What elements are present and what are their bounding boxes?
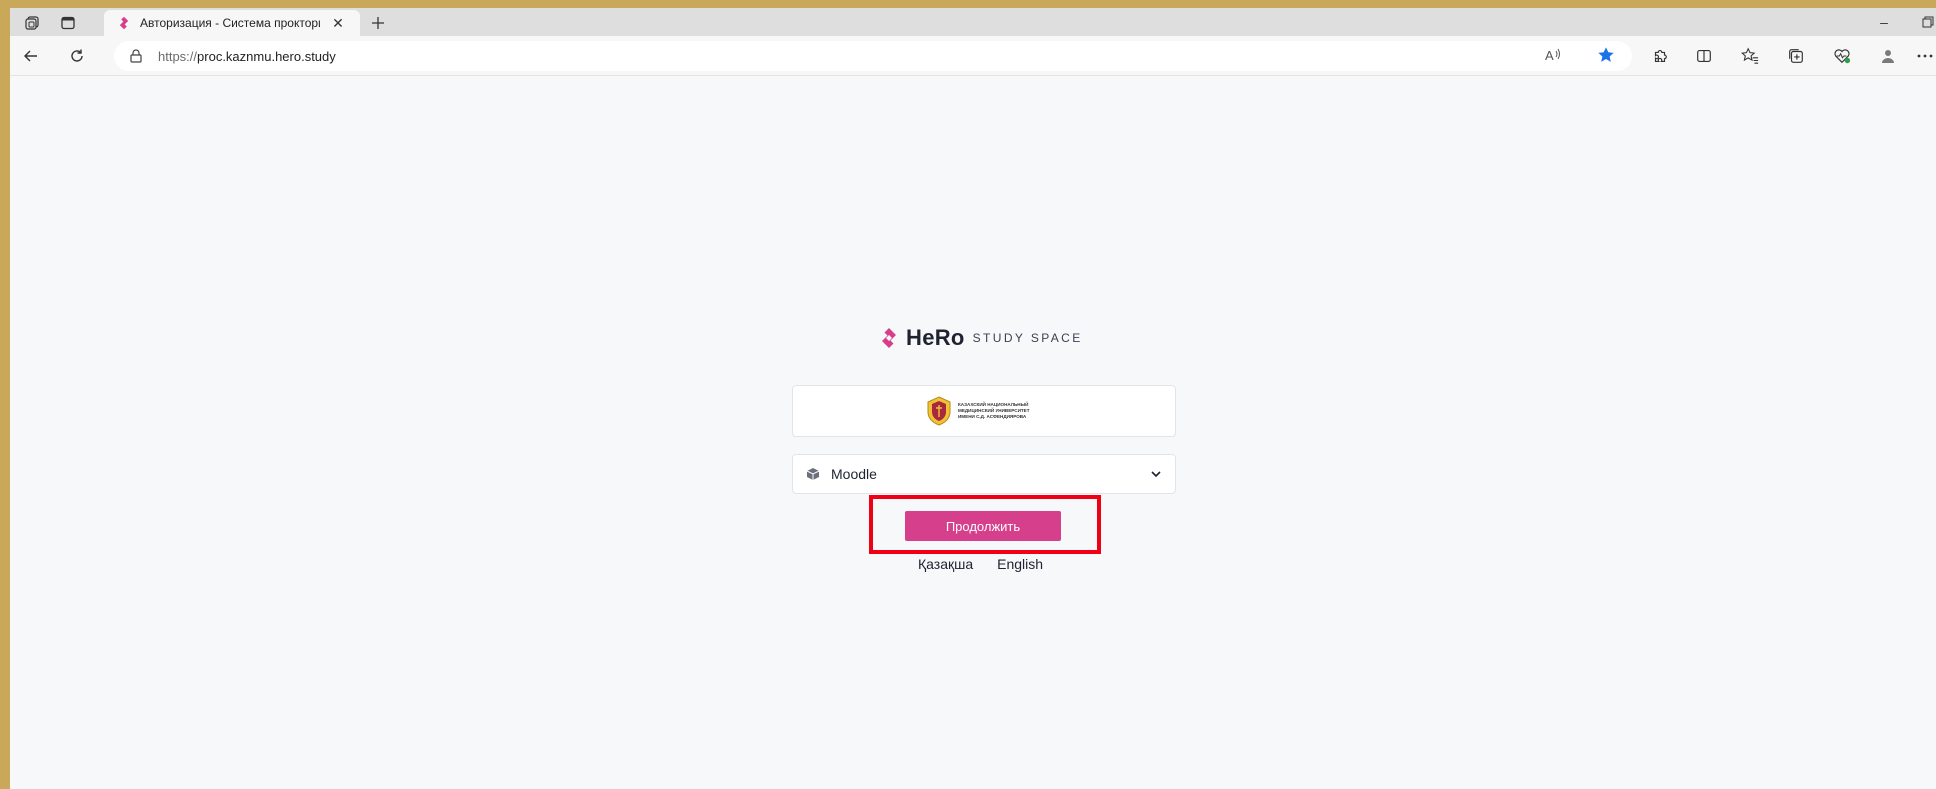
hero-brand-logo: HeRo STUDY SPACE — [878, 324, 1083, 352]
browser-window: Авторизация - Система прокторинга ✕ – ht… — [10, 8, 1936, 789]
refresh-icon[interactable] — [62, 42, 92, 70]
heart-pulse-icon[interactable] — [1828, 42, 1856, 70]
url-text[interactable]: https://proc.kaznmu.hero.study — [158, 49, 336, 64]
tab-strip: Авторизация - Система прокторинга ✕ – — [10, 8, 1936, 36]
chevron-down-icon[interactable] — [1149, 467, 1163, 481]
svg-text:A: A — [1545, 48, 1554, 63]
vertical-tabs-icon[interactable] — [54, 12, 82, 34]
new-tab-icon[interactable] — [366, 12, 390, 34]
lang-english-link[interactable]: English — [997, 556, 1043, 574]
provider-select[interactable]: Moodle — [792, 454, 1176, 494]
split-screen-icon[interactable] — [1690, 42, 1718, 70]
brand-name: HeRo — [906, 325, 965, 350]
minimize-icon[interactable]: – — [1872, 12, 1896, 32]
lang-kazakh-link[interactable]: Қазақша — [918, 556, 973, 574]
collections-icon[interactable] — [1782, 42, 1810, 70]
star-icon[interactable] — [1593, 42, 1619, 68]
active-tab[interactable]: Авторизация - Система прокторинга ✕ — [104, 10, 360, 36]
address-bar[interactable]: https://proc.kaznmu.hero.study — [114, 41, 1632, 71]
brand-subtitle: STUDY SPACE — [972, 331, 1083, 345]
tab-actions-icon[interactable] — [18, 12, 46, 34]
back-arrow-icon[interactable] — [16, 42, 46, 70]
university-card: КАЗАХСКИЙ НАЦИОНАЛЬНЫЙ МЕДИЦИНСКИЙ УНИВЕ… — [792, 385, 1176, 437]
more-icon[interactable] — [1914, 42, 1936, 70]
tab-close-icon[interactable]: ✕ — [330, 15, 346, 32]
hero-logo-icon — [882, 328, 896, 348]
read-aloud-icon[interactable]: A — [1540, 42, 1566, 68]
provider-select-value: Moodle — [831, 466, 877, 482]
restore-window-icon[interactable] — [1920, 12, 1936, 32]
cube-icon — [805, 466, 821, 482]
login-page: HeRo STUDY SPACE КАЗАХСКИЙ НАЦИОНАЛЬНЫЙ … — [10, 76, 1936, 789]
language-switcher: Қазақша English — [918, 556, 1043, 574]
university-emblem-icon — [927, 396, 951, 426]
puzzle-icon[interactable] — [1646, 42, 1674, 70]
continue-button[interactable]: Продолжить — [905, 511, 1061, 541]
university-name: КАЗАХСКИЙ НАЦИОНАЛЬНЫЙ МЕДИЦИНСКИЙ УНИВЕ… — [958, 402, 1030, 419]
desktop-background — [0, 0, 1936, 8]
favorites-icon[interactable] — [1736, 42, 1764, 70]
profile-icon[interactable] — [1874, 42, 1902, 70]
lock-icon[interactable] — [130, 48, 144, 64]
hero-favicon-icon — [116, 15, 132, 31]
tab-title: Авторизация - Система прокторинга — [140, 16, 320, 30]
navigation-bar: https://proc.kaznmu.hero.study A — [10, 36, 1936, 76]
